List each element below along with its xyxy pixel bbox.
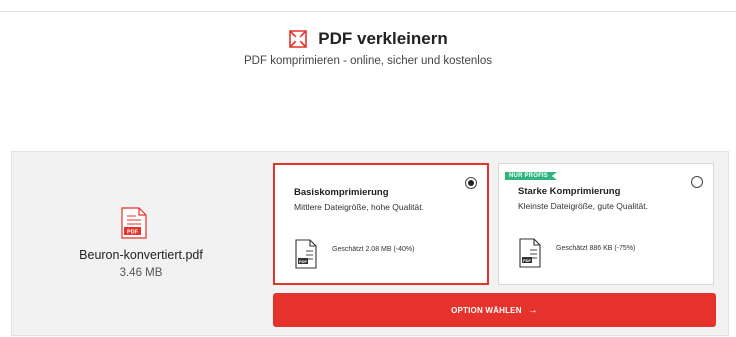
pdf-file-icon-label: PDF: [127, 230, 139, 236]
document-icon-label: PDF: [299, 259, 308, 264]
estimated-size: Geschätzt 886 KB (-75%): [556, 245, 636, 252]
compress-icon: [289, 30, 308, 48]
estimated-size: Geschätzt 2.08 MB (-40%): [332, 246, 415, 253]
page-subtitle: PDF komprimieren - online, sicher und ko…: [244, 55, 492, 67]
radio-basic-compression[interactable]: [465, 177, 477, 189]
option-title: Basiskomprimierung: [294, 187, 389, 198]
header-divider: [0, 11, 736, 12]
document-icon-label: PDF: [523, 258, 532, 263]
pdf-file-icon: PDF: [121, 207, 147, 239]
radio-strong-compression[interactable]: [691, 176, 703, 188]
file-size: 3.46 MB: [119, 267, 163, 279]
option-strong-compression[interactable]: NUR PROFIS Starke Komprimierung Kleinste…: [498, 163, 714, 285]
file-name: Beuron-konvertiert.pdf: [79, 248, 203, 262]
option-basic-compression[interactable]: Basiskomprimierung Mittlere Dateigröße, …: [273, 163, 489, 285]
file-info: PDF Beuron-konvertiert.pdf 3.46 MB: [12, 152, 270, 337]
choose-option-button[interactable]: OPTION WÄHLEN →: [273, 293, 716, 327]
arrow-right-icon: →: [527, 304, 538, 316]
option-title: Starke Komprimierung: [518, 186, 621, 197]
choose-option-label: OPTION WÄHLEN: [451, 305, 522, 315]
document-icon: PDF: [295, 239, 317, 269]
document-icon: PDF: [519, 238, 541, 268]
page-title-text: PDF verkleinern: [318, 29, 448, 48]
pro-badge: NUR PROFIS: [505, 172, 558, 180]
option-description: Kleinste Dateigröße, gute Qualität.: [518, 201, 648, 211]
page-title: PDF verkleinern: [0, 29, 736, 49]
compression-panel: PDF Beuron-konvertiert.pdf 3.46 MB Basis…: [11, 151, 729, 336]
option-description: Mittlere Dateigröße, hohe Qualität.: [294, 202, 424, 212]
